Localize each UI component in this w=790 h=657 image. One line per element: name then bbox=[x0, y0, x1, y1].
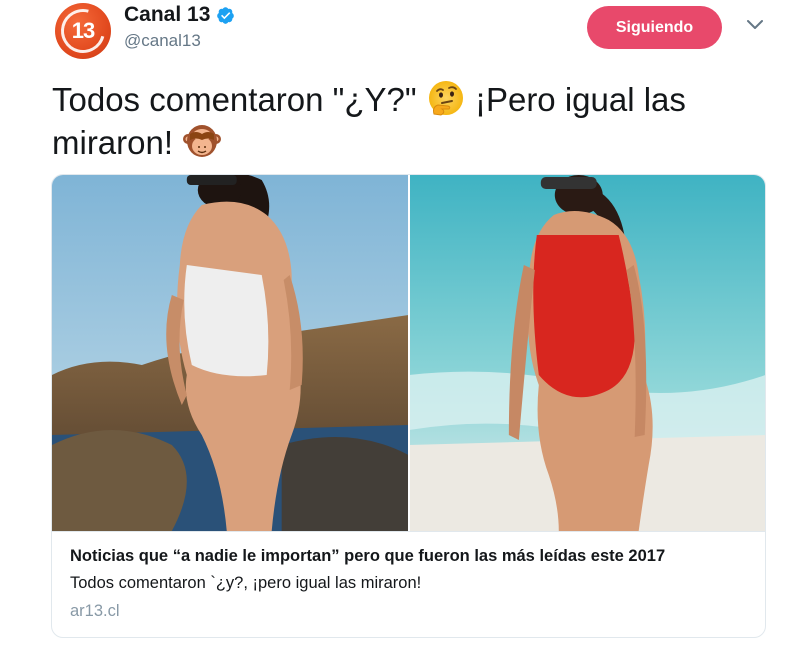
card-image-divider bbox=[408, 175, 410, 531]
card-image-left[interactable] bbox=[52, 175, 409, 531]
tweet-text-part2: ¡Pero igual las bbox=[474, 81, 686, 118]
user-handle[interactable]: @canal13 bbox=[124, 31, 201, 51]
following-button[interactable]: Siguiendo bbox=[587, 6, 722, 49]
card-domain: ar13.cl bbox=[70, 602, 120, 620]
tweet-text: Todos comentaron "¿Y?" ¡Pero igual las m… bbox=[52, 78, 772, 164]
card-description: Todos comentaron `¿y?, ¡pero igual las m… bbox=[70, 574, 422, 592]
see-no-evil-monkey-icon bbox=[183, 125, 222, 157]
verified-badge-icon bbox=[217, 6, 235, 24]
chevron-down-icon[interactable] bbox=[745, 18, 765, 32]
avatar-logo-text: 13 bbox=[71, 18, 96, 43]
woman-white-swimsuit-image bbox=[52, 175, 409, 531]
user-name-row[interactable]: Canal 13 bbox=[124, 3, 235, 27]
tweet-text-part3: miraron! bbox=[52, 124, 174, 161]
thinking-face-icon bbox=[428, 81, 463, 116]
avatar[interactable]: 13 bbox=[52, 0, 114, 62]
link-card[interactable]: Noticias que “a nadie le importan” pero … bbox=[51, 174, 766, 638]
card-images[interactable] bbox=[52, 175, 765, 531]
tweet-text-part1: Todos comentaron "¿Y?" bbox=[52, 81, 417, 118]
display-name[interactable]: Canal 13 bbox=[124, 3, 210, 27]
card-image-right[interactable] bbox=[408, 175, 765, 531]
card-title[interactable]: Noticias que “a nadie le importan” pero … bbox=[70, 545, 747, 567]
woman-red-swimsuit-image bbox=[408, 175, 765, 531]
card-body[interactable]: Noticias que “a nadie le importan” pero … bbox=[52, 531, 765, 637]
